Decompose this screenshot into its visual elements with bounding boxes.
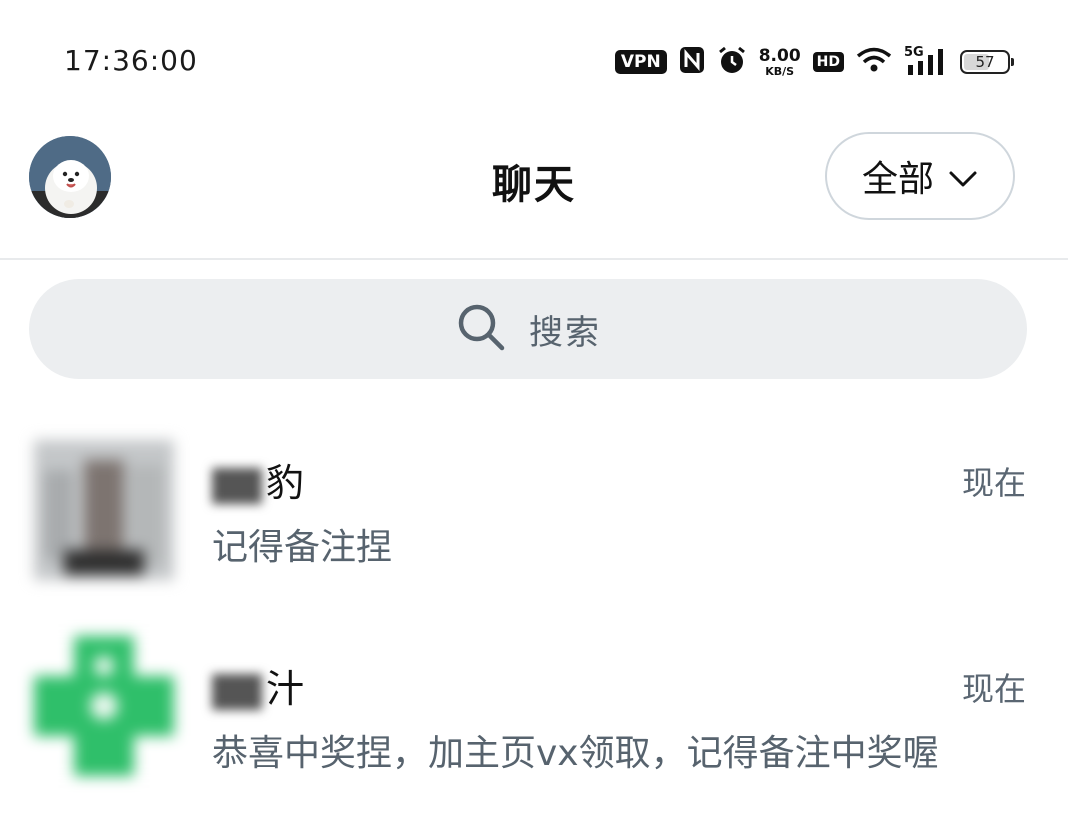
- chat-screen: 17:36:00 VPN 8.00 KB/S HD 5G 57 聊天 全部 搜索…: [0, 0, 1068, 829]
- nfc-icon: [679, 46, 705, 78]
- status-time: 17:36:00: [64, 44, 198, 77]
- contact-name: 汁: [212, 658, 304, 713]
- search-icon: [455, 301, 507, 357]
- message-time: 现在: [961, 670, 1026, 708]
- search-bar[interactable]: 搜索: [29, 279, 1027, 379]
- redacted-name-part: [212, 467, 262, 504]
- wifi-icon: [856, 46, 892, 78]
- battery-icon: 57: [960, 50, 1014, 74]
- cellular-signal-icon: 5G: [904, 45, 948, 77]
- vpn-icon: VPN: [614, 50, 667, 74]
- alarm-icon: [717, 45, 747, 79]
- filter-dropdown-button[interactable]: 全部: [825, 132, 1015, 220]
- filter-label: 全部: [861, 159, 934, 200]
- contact-avatar: [34, 636, 174, 776]
- contact-name-text: 汁: [266, 667, 305, 711]
- network-speed: 8.00 KB/S: [758, 45, 801, 78]
- search-placeholder: 搜索: [529, 312, 601, 353]
- message-preview: 记得备注捏: [212, 527, 393, 568]
- header-divider: [0, 258, 1068, 260]
- message-preview: 恭喜中奖捏，加主页vx领取，记得备注中奖喔: [212, 733, 939, 774]
- message-time: 现在: [961, 464, 1026, 502]
- battery-level: 57: [975, 53, 995, 71]
- app-header: 聊天 全部: [0, 110, 1068, 258]
- status-icons: VPN 8.00 KB/S HD 5G 57: [614, 42, 1014, 82]
- contact-name-text: 豹: [266, 461, 305, 505]
- status-bar: 17:36:00 VPN 8.00 KB/S HD 5G 57: [0, 0, 1068, 110]
- redacted-name-part: [212, 673, 262, 710]
- speed-unit: KB/S: [765, 64, 795, 78]
- contact-avatar: [34, 440, 174, 580]
- chat-list-item[interactable]: 豹 现在 记得备注捏: [0, 400, 1068, 600]
- chat-list-item[interactable]: 汁 现在 恭喜中奖捏，加主页vx领取，记得备注中奖喔: [0, 606, 1068, 806]
- contact-name: 豹: [212, 452, 304, 507]
- speed-value: 8.00: [758, 45, 801, 66]
- chevron-down-icon: [948, 156, 978, 197]
- hd-icon: HD: [812, 52, 844, 72]
